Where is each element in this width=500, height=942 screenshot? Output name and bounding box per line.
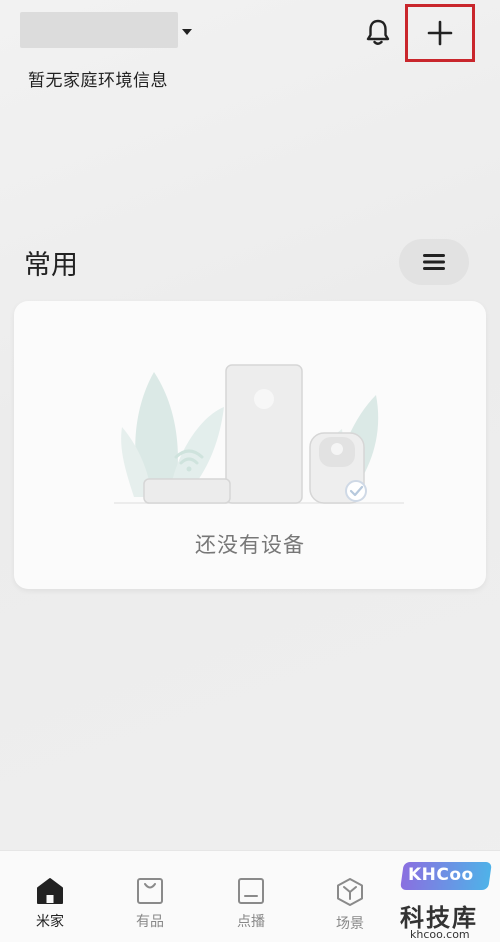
scene-cube-icon bbox=[337, 878, 363, 906]
device-card: 还没有设备 bbox=[14, 301, 486, 589]
home-icon bbox=[37, 878, 63, 904]
tab-dianbo[interactable]: 点播 bbox=[211, 877, 291, 931]
tab-label: 有品 bbox=[136, 914, 164, 930]
tab-mijia[interactable]: 米家 bbox=[10, 877, 90, 931]
home-environment-info: 暂无家庭环境信息 bbox=[28, 71, 168, 91]
shopping-bag-icon bbox=[137, 878, 163, 904]
watermark: KHCoo 科技库 khcoo.com bbox=[398, 862, 498, 941]
empty-devices-text: 还没有设备 bbox=[195, 533, 305, 557]
caret-down-icon[interactable] bbox=[182, 29, 192, 35]
media-icon bbox=[238, 878, 264, 904]
tab-scene[interactable]: 场景 bbox=[310, 877, 390, 933]
tab-label: 场景 bbox=[336, 916, 364, 932]
tab-label: 米家 bbox=[36, 914, 64, 930]
section-title-common: 常用 bbox=[24, 250, 78, 281]
tab-youpin[interactable]: 有品 bbox=[110, 877, 190, 931]
plus-icon bbox=[427, 20, 453, 46]
empty-devices-illustration bbox=[114, 364, 404, 504]
home-selector[interactable] bbox=[20, 12, 178, 48]
add-device-button[interactable] bbox=[405, 4, 475, 62]
tab-label: 点播 bbox=[237, 914, 265, 930]
watermark-logo-text: KHCoo bbox=[408, 865, 474, 885]
bell-icon[interactable] bbox=[364, 17, 392, 47]
watermark-site: khcoo.com bbox=[410, 928, 470, 941]
hamburger-menu-icon bbox=[423, 254, 445, 270]
section-menu-button[interactable] bbox=[399, 239, 469, 285]
